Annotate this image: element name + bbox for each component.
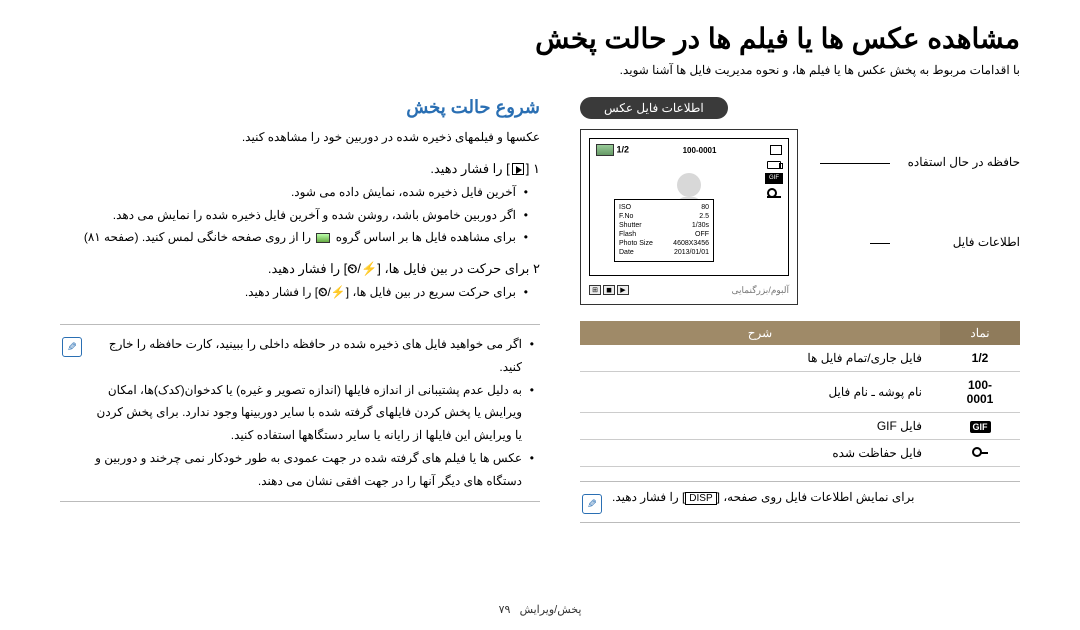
th-desc: شرح	[580, 321, 940, 345]
play-icon	[512, 163, 524, 175]
step1-bullets: آخرین فایل ذخیره شده، نمایش داده می شود.…	[60, 181, 540, 249]
li-pre: برای مشاهده فایل ها بر اساس گروه	[336, 230, 516, 244]
left-column: اطلاعات فایل عکس حافظه در حال استفاده اط…	[580, 97, 1020, 523]
section-para: عکسها و فیلمهای ذخیره شده در دوربین خود …	[60, 126, 540, 149]
counter: 1/2	[617, 144, 630, 154]
step-1: ۱ [] را فشار دهید.	[60, 161, 540, 177]
label-memory: حافظه در حال استفاده	[908, 155, 1020, 169]
cell-desc: فایل حفاظت شده	[580, 440, 940, 467]
page-number: ۷۹	[499, 604, 511, 616]
info-pill: اطلاعات فایل عکس	[580, 97, 728, 119]
note-icon: ✎	[582, 494, 602, 514]
cell-sym: 1/2	[940, 345, 1020, 372]
disp-button-label: DISP	[685, 492, 716, 505]
page-title: مشاهده عکس ها یا فیلم ها در حالت پخش	[60, 22, 1020, 55]
small-note: ✎ برای نمایش اطلاعات فایل روی صفحه، [DIS…	[580, 481, 1020, 523]
mem-text: آلبوم/بزرگنمايی	[732, 285, 789, 296]
step-num: ۲	[533, 261, 540, 276]
list-item: برای حرکت سریع در بین فایل ها، [⚡/⏲] را …	[60, 281, 528, 304]
table-row: 100-0001 نام پوشه ـ نام فایل	[580, 372, 1020, 413]
leader-line	[820, 163, 890, 164]
timer-icon: ⏲	[347, 261, 357, 277]
cell-sym: 100-0001	[940, 372, 1020, 413]
note-item: به دلیل عدم پشتیبانی از اندازه فایلها (ا…	[92, 379, 534, 447]
list-item: آخرین فایل ذخیره شده، نمایش داده می شود.	[60, 181, 528, 204]
small-note-text: برای نمایش اطلاعات فایل روی صفحه، [DISP]…	[612, 490, 915, 514]
th-symbol: نماد	[940, 321, 1020, 345]
timer-icon: ⏲	[318, 281, 327, 304]
lock-icon	[972, 447, 988, 457]
intro-text: با اقدامات مربوط به پخش عکس ها یا فیلم ه…	[60, 63, 1020, 77]
note-item: اگر می خواهید فایل های ذخیره شده در حافظ…	[92, 333, 534, 379]
list-item: برای مشاهده فایل ها بر اساس گروه را از ر…	[60, 226, 528, 249]
step-num: ۱	[533, 161, 540, 176]
cell-desc: فایل GIF	[580, 413, 940, 440]
cell-sym	[940, 440, 1020, 467]
note-box: ✎ اگر می خواهید فایل های ذخیره شده در حا…	[60, 324, 540, 502]
step1-tail: را فشار دهید.	[430, 161, 502, 176]
leader-line	[870, 243, 890, 244]
bottom-icons: ▶◼⊞	[589, 285, 629, 295]
step2-bullets: برای حرکت سریع در بین فایل ها، [⚡/⏲] را …	[60, 281, 540, 304]
step-2: ۲ برای حرکت در بین فایل ها، [⚡/⏲] را فشا…	[60, 261, 540, 277]
lock-icon	[767, 188, 781, 198]
note-icon: ✎	[62, 337, 82, 357]
table-row: GIF فایل GIF	[580, 413, 1020, 440]
flash-icon: ⚡	[361, 261, 377, 277]
cell-desc: نام پوشه ـ نام فایل	[580, 372, 940, 413]
battery-icon	[767, 161, 781, 169]
legend-table: نماد شرح 1/2 فایل جاری/تمام فایل ها 100-…	[580, 321, 1020, 467]
cell-desc: فایل جاری/تمام فایل ها	[580, 345, 940, 372]
right-column: شروع حالت پخش عکسها و فیلمهای ذخیره شده …	[60, 97, 540, 523]
list-item: اگر دوربین خاموش باشد، روشن شده و آخرین …	[60, 204, 528, 227]
thumbnail-icon	[596, 144, 614, 156]
table-row: 1/2 فایل جاری/تمام فایل ها	[580, 345, 1020, 372]
footer-section: پخش/ویرایش	[520, 604, 582, 616]
exif-box: ISO80 F.No2.5 Shutter1/30s FlashOFF Phot…	[614, 199, 714, 262]
flash-icon: ⚡	[331, 281, 346, 304]
cell-sym: GIF	[940, 413, 1020, 440]
li-post: را از روی صفحه خانگی لمس کنید. (صفحه ۸۱)	[84, 230, 311, 244]
sd-icon	[770, 145, 782, 155]
group-icon	[316, 233, 330, 243]
page-footer: پخش/ویرایش ۷۹	[0, 603, 1080, 616]
gif-icon: GIF	[765, 173, 783, 184]
label-fileinfo: اطلاعات فایل	[953, 235, 1020, 249]
note-item: عکس ها یا فیلم های گرفته شده در جهت عمود…	[92, 447, 534, 493]
section-heading: شروع حالت پخش	[60, 97, 540, 118]
folder-name: 100-0001	[683, 146, 717, 155]
table-row: فایل حفاظت شده	[580, 440, 1020, 467]
camera-screen: 1/2 100-0001 GIF	[580, 129, 798, 305]
